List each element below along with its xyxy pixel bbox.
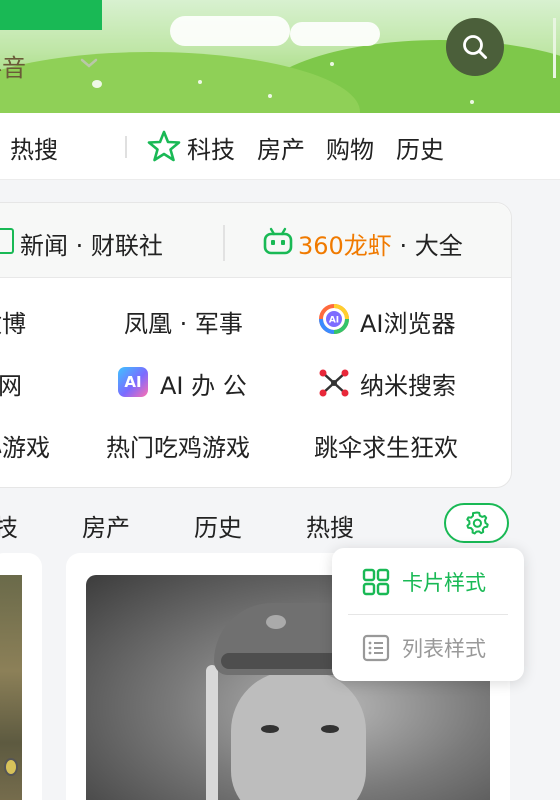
- ai-office-icon: AI: [118, 367, 148, 397]
- photo-detail: [261, 725, 279, 733]
- list-icon: [362, 634, 390, 662]
- header-label[interactable]: 抖音: [0, 48, 26, 83]
- logo[interactable]: [0, 0, 102, 30]
- banner-flower: [198, 80, 202, 84]
- banner-flower: [92, 80, 102, 88]
- link-weibo[interactable]: 微博: [0, 304, 26, 339]
- divider: [223, 225, 225, 261]
- link-360-longxia[interactable]: 360龙虾 · 大全: [298, 226, 463, 261]
- category-bar: 热搜 科技 房产 购物 历史: [0, 113, 560, 180]
- banner-cloud: [290, 22, 380, 46]
- category-hot[interactable]: 热搜: [10, 130, 58, 165]
- link-parachute-game[interactable]: 跳伞求生狂欢: [314, 428, 458, 463]
- svg-text:AI: AI: [329, 316, 339, 326]
- link-ai-office[interactable]: AI 办 公: [160, 366, 247, 401]
- category-shopping[interactable]: 购物: [326, 130, 374, 165]
- style-popup: 卡片样式 列表样式: [332, 548, 524, 681]
- link-web[interactable]: 网: [0, 366, 22, 401]
- link-highlight: 360龙虾: [298, 232, 392, 260]
- settings-button[interactable]: [444, 503, 509, 543]
- link-ai-browser[interactable]: AI浏览器: [360, 304, 456, 339]
- banner-flower: [330, 62, 334, 66]
- ai-browser-icon: AI: [319, 304, 349, 334]
- banner-flower: [268, 94, 272, 98]
- divider: [125, 136, 127, 158]
- photo-detail: [231, 671, 366, 800]
- tab-realestate[interactable]: 房产: [82, 508, 130, 543]
- news-image-detail: [4, 758, 18, 776]
- robot-icon: [263, 227, 293, 255]
- banner-flower: [470, 100, 474, 104]
- news-icon: [0, 228, 14, 254]
- chevron-down-icon[interactable]: [80, 54, 98, 72]
- search-icon: [463, 35, 487, 59]
- link-mini-games[interactable]: 小游戏: [0, 428, 50, 463]
- link-ifeng-military[interactable]: 凤凰 · 军事: [124, 304, 243, 339]
- scrollbar[interactable]: [553, 18, 556, 78]
- divider: [348, 614, 508, 615]
- category-history[interactable]: 历史: [396, 130, 444, 165]
- photo-detail: [321, 725, 339, 733]
- list-style-label: 列表样式: [402, 637, 486, 661]
- photo-detail: [206, 665, 218, 800]
- link-pubg-games[interactable]: 热门吃鸡游戏: [106, 428, 250, 463]
- link-suffix: · 大全: [391, 232, 463, 260]
- grid-icon: [362, 568, 390, 596]
- search-button[interactable]: [446, 18, 504, 76]
- category-realestate[interactable]: 房产: [257, 130, 305, 165]
- star-icon[interactable]: [147, 129, 181, 163]
- category-tech[interactable]: 科技: [187, 130, 235, 165]
- tab-tech[interactable]: 技: [0, 508, 18, 543]
- header-banner: 抖音: [0, 0, 560, 113]
- link-nami-search[interactable]: 纳米搜索: [360, 366, 456, 401]
- banner-cloud: [170, 16, 290, 46]
- card-style-label: 卡片样式: [402, 571, 486, 595]
- photo-detail: [266, 615, 286, 629]
- link-news[interactable]: 新闻 · 财联社: [20, 226, 163, 261]
- tab-history[interactable]: 历史: [194, 508, 242, 543]
- nami-search-icon: [319, 369, 349, 397]
- tab-hot[interactable]: 热搜: [306, 508, 354, 543]
- news-card[interactable]: [0, 553, 42, 800]
- gear-icon: [465, 511, 489, 535]
